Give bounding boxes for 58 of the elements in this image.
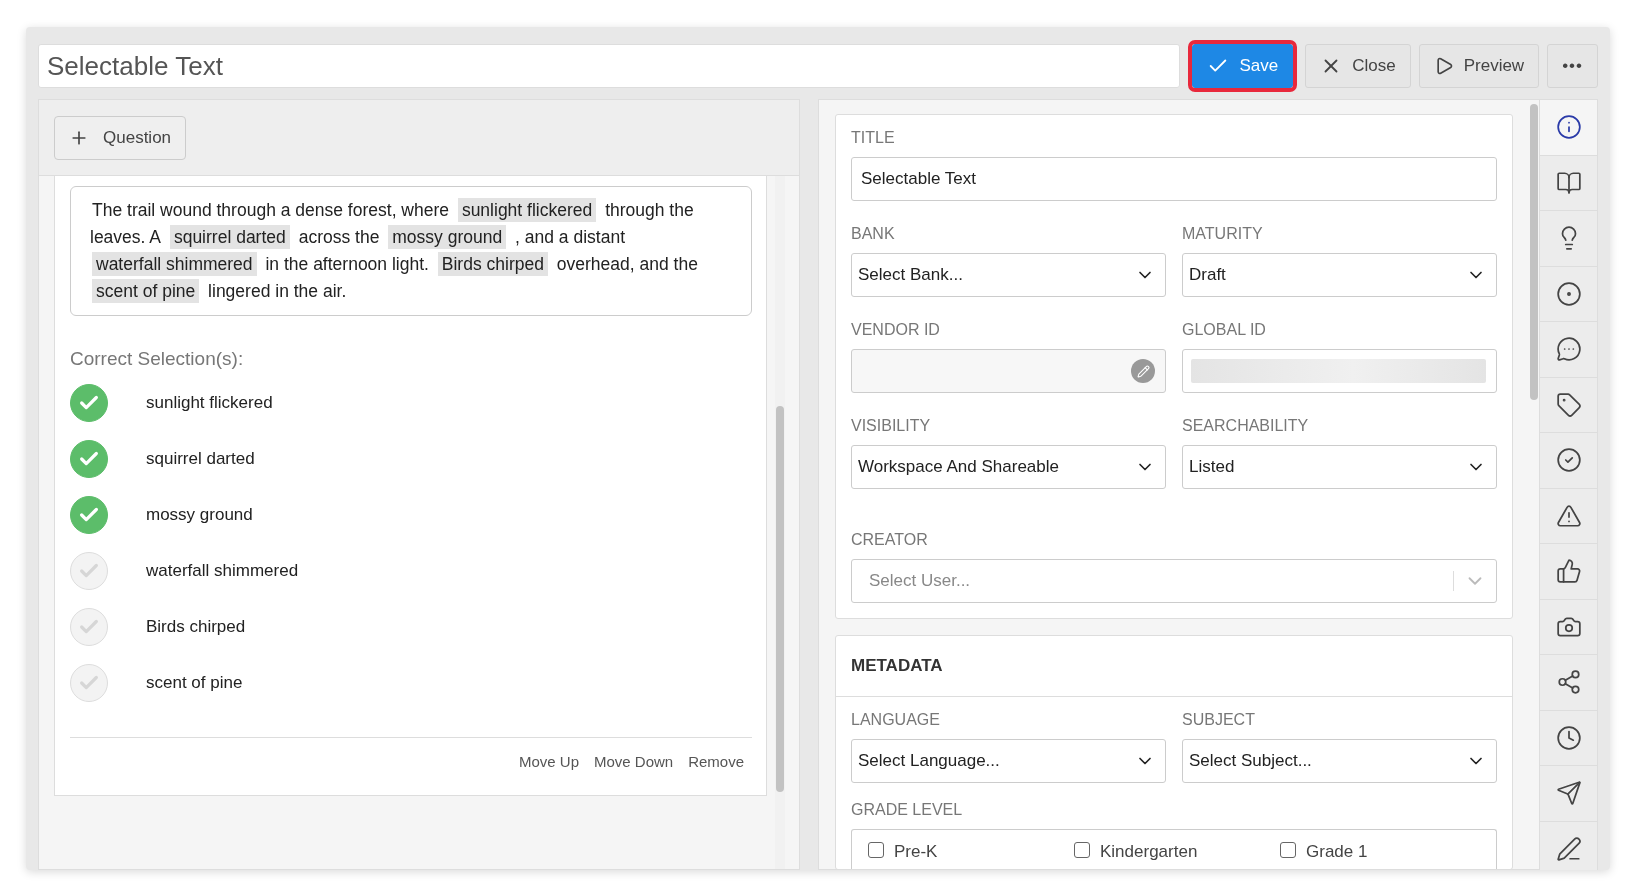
section-heading: METADATA [836,636,1512,697]
grade-checkbox[interactable]: Kindergarten [1074,842,1280,869]
select-field[interactable]: Select Bank... [851,253,1166,297]
check-toggle[interactable] [70,495,108,534]
field-label: TITLE [851,129,896,147]
select-field[interactable]: Workspace And Shareable [851,445,1166,489]
selection-label: squirrel darted [146,448,255,469]
sidebar-tab[interactable] [1540,100,1597,156]
title-field[interactable]: Selectable Text [38,44,1181,88]
preview-button[interactable]: Preview [1418,44,1540,88]
field-label: SEARCHABILITY [1182,417,1310,435]
scrollbar[interactable] [775,176,785,869]
select-field[interactable]: Listed [1182,445,1497,489]
info-icon [1555,114,1582,141]
action-link[interactable]: Move Down [594,753,674,770]
tag-icon [1555,391,1582,418]
selection-label: mossy ground [146,504,253,525]
user-select-field[interactable]: Select User... [851,559,1497,603]
check-toggle[interactable] [70,383,108,422]
clock-icon [1555,724,1582,751]
close-button[interactable]: Close [1305,44,1411,88]
check-toggle[interactable] [70,439,108,478]
grade-checkbox[interactable]: Grade 1 [1280,842,1486,869]
selection-label: waterfall shimmered [146,560,299,581]
thumbs-up-icon [1555,558,1582,585]
field-label: CREATOR [851,531,929,549]
edit-icon[interactable] [1131,359,1155,383]
field-label: MATURITY [1182,225,1264,243]
chat-icon [1555,336,1582,363]
warning-icon [1555,502,1582,529]
select-field[interactable]: Select Language... [851,739,1166,783]
field-label: VISIBILITY [851,417,932,435]
selection-label: sunlight flickered [146,392,273,413]
target-icon [1555,280,1582,307]
selection-label: scent of pine [146,672,243,693]
select-field[interactable]: Draft [1182,253,1497,297]
passage-text[interactable]: The trail wound through a dense forest, where sunlight flickered through the leaves. A squirrel darted across the mossy ground , and a distant waterfall shimmered in the afternoon light. Birds chirped overhead, and the scent of pine lingered in the air. [90,197,700,305]
section-heading: Correct Selection(s): [70,348,245,370]
field-label: VENDOR ID [851,321,941,339]
more-button[interactable]: ••• [1547,44,1598,88]
vendor-id-field[interactable] [851,349,1166,393]
action-link[interactable]: Move Up [518,753,579,770]
field-label: GLOBAL ID [1182,321,1267,339]
action-link[interactable]: Remove [688,753,745,770]
field-label: BANK [851,225,896,243]
field-label: SUBJECT [1182,711,1256,729]
book-icon [1555,169,1582,196]
share-icon [1555,669,1582,696]
select-field[interactable]: Select Subject... [1182,739,1497,783]
selection-label: Birds chirped [146,616,246,637]
check-circle-icon [1555,447,1582,474]
grade-checkbox[interactable]: Pre-K [868,842,1074,869]
field-label: LANGUAGE [851,711,941,729]
send-icon [1555,780,1582,807]
field-label: GRADE LEVEL [851,801,964,819]
title-input[interactable]: Selectable Text [851,157,1497,201]
add-question-button[interactable]: Question [54,115,187,160]
pen-icon [1555,835,1582,862]
